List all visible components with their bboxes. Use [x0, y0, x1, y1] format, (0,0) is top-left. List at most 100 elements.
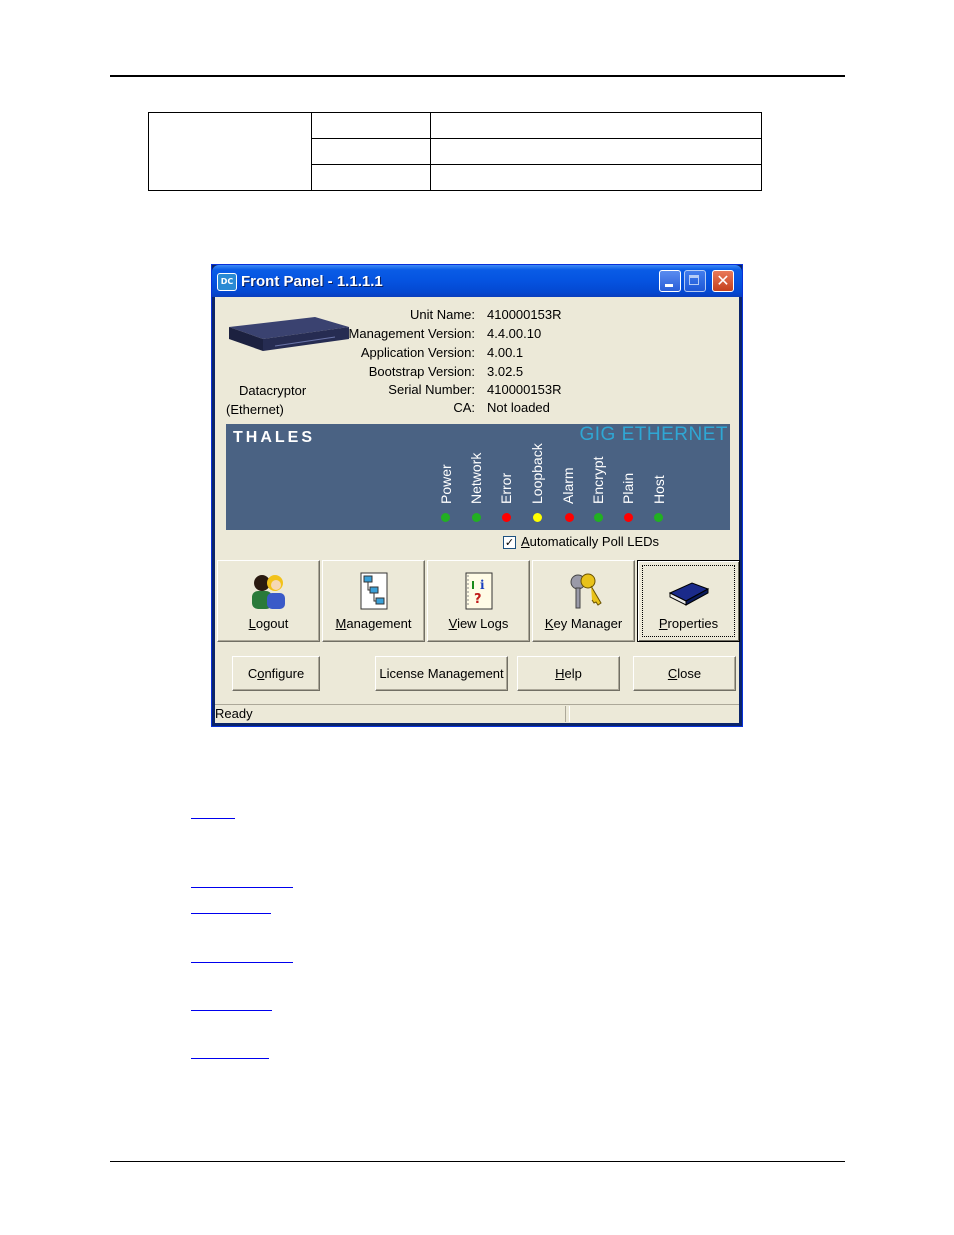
close-icon: ✕: [716, 271, 730, 290]
accel-key: L: [248, 616, 256, 631]
led-label-loopback: Loopback: [529, 443, 545, 504]
accel-key: H: [555, 666, 565, 681]
label-text: lose: [677, 666, 702, 681]
serial-number-label: Serial Number:: [388, 382, 475, 397]
license-management-button[interactable]: License Management: [375, 656, 508, 691]
led-encrypt: [594, 513, 603, 522]
hyperlink[interactable]: [191, 913, 271, 914]
accel-key: V: [448, 616, 458, 631]
management-button[interactable]: Management: [322, 560, 425, 642]
accel-key: C: [667, 666, 678, 681]
table-cell: [148, 112, 312, 191]
label-text: utomatically Poll LEDs: [529, 534, 659, 549]
hierarchy-icon: [360, 572, 388, 610]
led-loopback: [533, 513, 542, 522]
keys-icon: [570, 573, 602, 609]
bootstrap-version-label: Bootstrap Version:: [368, 364, 475, 379]
label-text: ogout: [255, 616, 289, 631]
unit-name-label: Unit Name:: [409, 307, 475, 322]
maximize-button[interactable]: [684, 270, 706, 292]
auto-poll-label[interactable]: Automatically Poll LEDs: [521, 534, 659, 549]
footer-rule: [110, 1161, 845, 1162]
help-button[interactable]: Help: [517, 656, 620, 691]
management-version-label: Management Version:: [348, 326, 475, 341]
users-icon: [252, 575, 285, 609]
ca-value: Not loaded: [487, 400, 550, 415]
table-cell: [311, 138, 431, 165]
unit-name-value: 410000153R: [487, 307, 562, 322]
app-icon: DC: [217, 273, 237, 291]
front-panel-window: DC Front Panel - 1.1.1.1 ✕ Datacryptor (…: [211, 264, 743, 727]
properties-button[interactable]: Properties: [637, 560, 740, 642]
logout-button[interactable]: Logout: [217, 560, 320, 642]
hyperlink[interactable]: [191, 1058, 269, 1059]
table-cell: [311, 112, 431, 139]
label-text: roperties: [667, 616, 719, 631]
hyperlink[interactable]: [191, 818, 235, 819]
led-label-host: Host: [651, 475, 667, 504]
close-window-button[interactable]: ✕: [712, 270, 734, 292]
led-plain: [624, 513, 633, 522]
view-logs-label: View Logs: [428, 616, 529, 631]
minimize-button[interactable]: [659, 270, 681, 292]
application-version-label: Application Version:: [360, 345, 475, 360]
ca-label: CA:: [453, 400, 475, 415]
led-power: [441, 513, 450, 522]
title-bar[interactable]: DC Front Panel - 1.1.1.1 ✕: [212, 265, 742, 297]
brand-logo: THALES: [233, 429, 315, 446]
led-label-network: Network: [468, 452, 484, 504]
status-pane: [569, 706, 738, 722]
accel-key: M: [335, 616, 347, 631]
led-host: [654, 513, 663, 522]
logout-label: Logout: [218, 616, 319, 631]
view-logs-button[interactable]: i ? View Logs: [427, 560, 530, 642]
configure-button[interactable]: Configure: [232, 656, 320, 691]
accel-key: P: [658, 616, 668, 631]
table-cell: [430, 112, 762, 139]
status-text: Ready: [215, 706, 566, 722]
label-text: elp: [564, 666, 582, 681]
svg-text:?: ?: [474, 592, 482, 607]
close-button[interactable]: Close: [633, 656, 736, 691]
status-bar: Ready: [215, 704, 739, 724]
label-text: ey Manager: [553, 616, 623, 631]
key-manager-label: Key Manager: [533, 616, 634, 631]
document-table: [148, 112, 762, 191]
hyperlink[interactable]: [191, 1010, 272, 1011]
application-version-value: 4.00.1: [487, 345, 524, 360]
product-name: GIG ETHERNET: [579, 424, 728, 445]
serial-number-value: 410000153R: [487, 382, 562, 397]
accel-key: A: [521, 534, 530, 549]
led-error: [502, 513, 511, 522]
hyperlink[interactable]: [191, 962, 293, 963]
table-row: [148, 112, 762, 191]
accel-key: K: [544, 616, 554, 631]
label-text: License Management: [379, 666, 504, 681]
auto-poll-checkbox[interactable]: ✓: [503, 536, 516, 549]
label-text: nfigure: [264, 666, 305, 681]
management-version-value: 4.4.00.10: [487, 326, 542, 341]
led-label-power: Power: [438, 464, 454, 504]
notebook-icon: i ?: [465, 572, 493, 610]
properties-label: Properties: [638, 616, 739, 631]
window-client: Datacryptor (Ethernet) Unit Name: 410000…: [215, 297, 740, 724]
table-cell: [430, 138, 762, 165]
led-label-plain: Plain: [620, 472, 636, 504]
label-text: iew Logs: [457, 616, 509, 631]
bootstrap-version-value: 3.02.5: [487, 364, 524, 379]
label-text: anagement: [346, 616, 412, 631]
key-manager-button[interactable]: Key Manager: [532, 560, 635, 642]
window-title: Front Panel - 1.1.1.1: [241, 273, 383, 290]
led-alarm: [565, 513, 574, 522]
table-cell: [311, 164, 431, 191]
table-cell: [430, 164, 762, 191]
led-label-error: Error: [498, 472, 514, 504]
svg-text:i: i: [480, 578, 485, 592]
book-icon: [668, 582, 710, 606]
label-text: C: [247, 666, 258, 681]
hyperlink[interactable]: [191, 887, 293, 888]
header-rule: [110, 75, 845, 77]
management-label: Management: [323, 616, 424, 631]
led-panel: THALES GIG ETHERNET Power Network Error …: [226, 424, 730, 530]
led-label-encrypt: Encrypt: [590, 456, 606, 504]
